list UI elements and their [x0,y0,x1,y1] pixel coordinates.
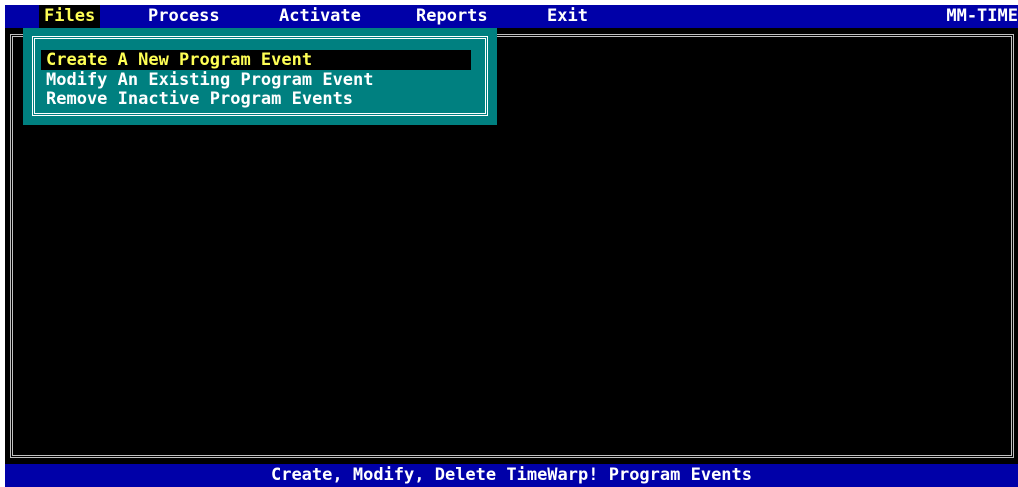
menu-reports[interactable]: Reports [411,5,493,28]
menu-option-remove-events[interactable]: Remove Inactive Program Events [41,89,471,109]
dos-screen: Files Process Activate Reports Exit MM-T… [5,5,1018,487]
menu-option-modify-event[interactable]: Modify An Existing Program Event [41,70,471,90]
menu-option-create-event[interactable]: Create A New Program Event [41,50,471,70]
status-text: Create, Modify, Delete TimeWarp! Program… [270,465,753,485]
menu-bar: Files Process Activate Reports Exit MM-T… [5,5,1018,28]
app-title: MM-TIME [946,6,1018,26]
status-bar: Create, Modify, Delete TimeWarp! Program… [5,464,1018,487]
menu-files[interactable]: Files [39,5,101,28]
files-dropdown-menu: Create A New Program Event Modify An Exi… [23,28,497,125]
menu-exit[interactable]: Exit [542,5,593,28]
menu-activate[interactable]: Activate [274,5,366,28]
menu-process[interactable]: Process [143,5,225,28]
